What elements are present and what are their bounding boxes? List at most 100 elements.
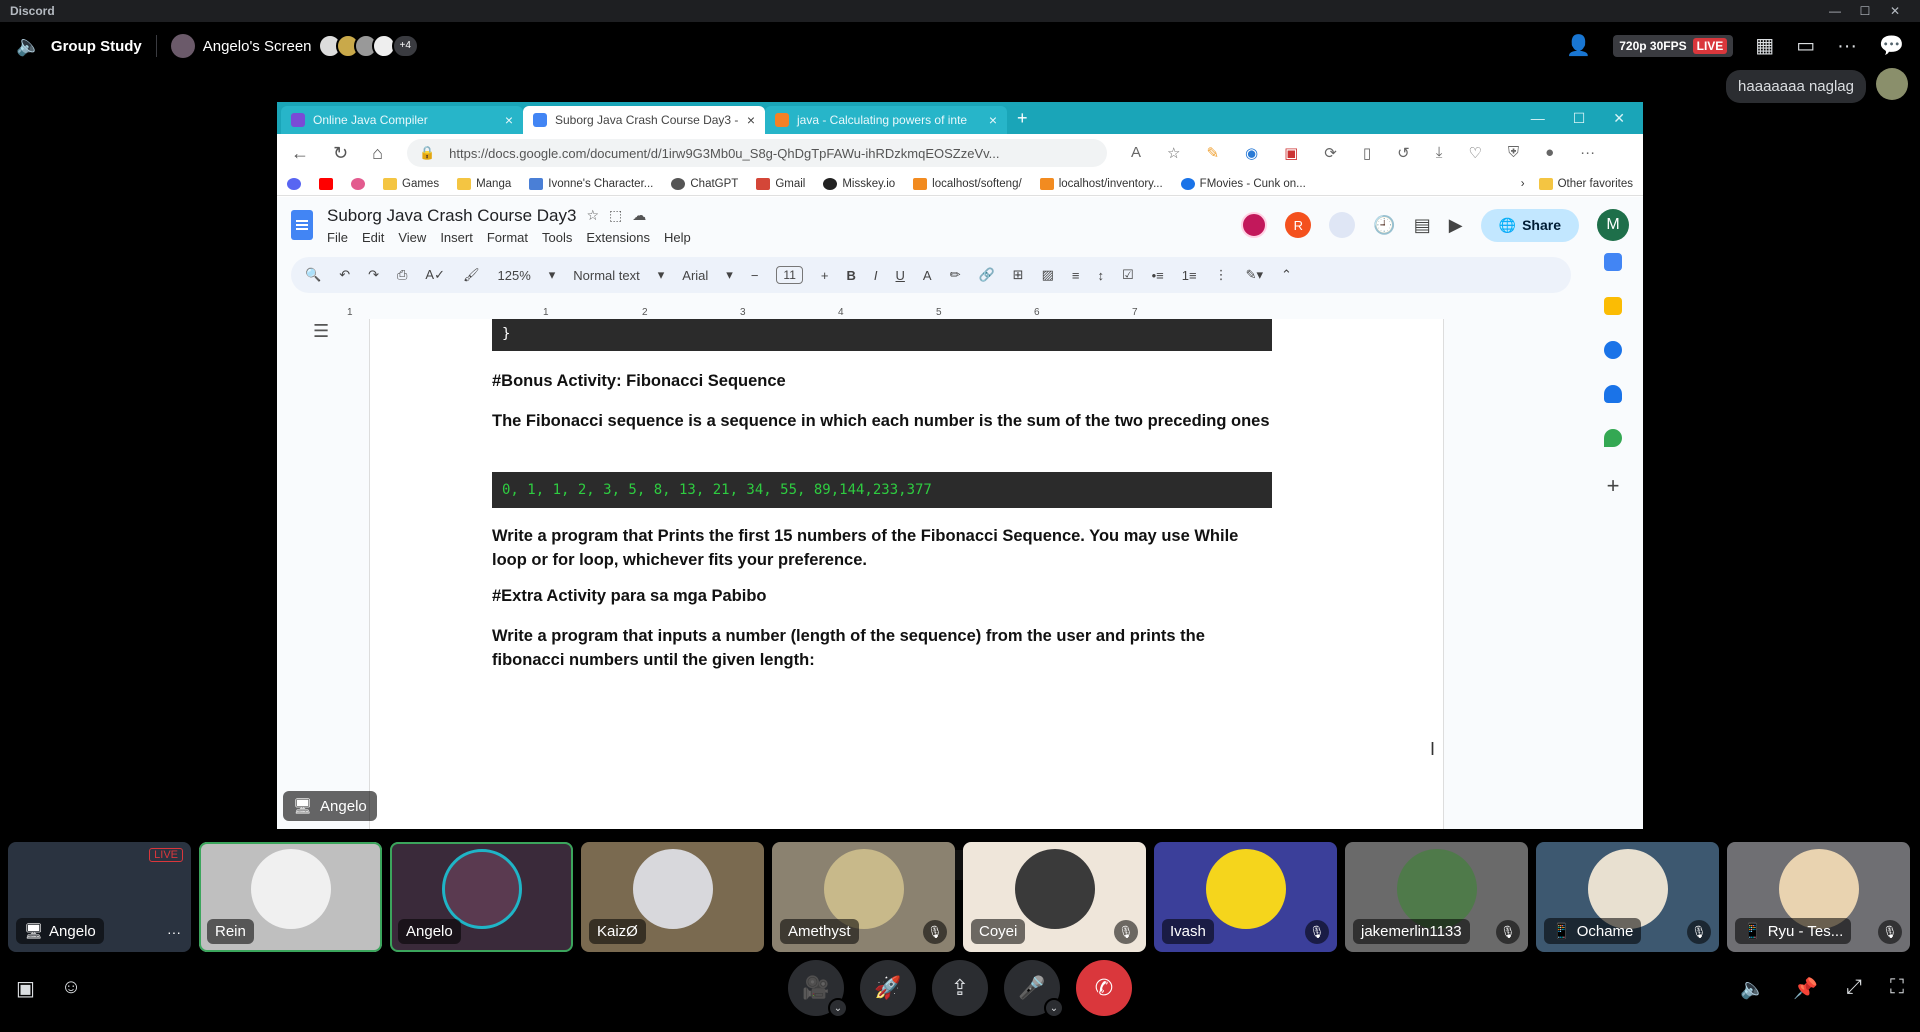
menu-insert[interactable]: Insert <box>440 230 473 245</box>
bookmark-item[interactable]: Manga <box>457 177 511 190</box>
back-icon[interactable]: ← <box>291 143 309 164</box>
search-icon[interactable]: 🔍 <box>305 267 321 283</box>
bookmark-item[interactable]: Games <box>383 177 439 190</box>
bookmark-item[interactable]: Gmail <box>756 177 805 190</box>
move-folder-icon[interactable]: ⬚ <box>609 207 622 224</box>
participant-tile[interactable]: LIVE 🖥 Angelo ··· <box>8 842 191 952</box>
other-favorites[interactable]: Other favorites <box>1538 177 1633 190</box>
align-icon[interactable]: ≡ <box>1072 268 1080 283</box>
bookmark-item[interactable]: localhost/softeng/ <box>913 177 1022 190</box>
meet-icon[interactable]: ▶ <box>1449 215 1463 236</box>
numbered-list-icon[interactable]: 1≡ <box>1182 268 1197 283</box>
redo-icon[interactable]: ↷ <box>368 267 379 283</box>
fullscreen-icon[interactable]: ⛶ <box>1890 976 1904 1001</box>
collaborator-avatar[interactable]: R <box>1285 212 1312 238</box>
popout-icon[interactable]: ▭ <box>1796 36 1815 56</box>
editing-mode-icon[interactable]: ✎▾ <box>1246 267 1263 283</box>
participant-tile[interactable]: Amethyst 🎙 <box>772 842 955 952</box>
participant-tile[interactable]: jakemerlin1133 🎙 <box>1345 842 1528 952</box>
collapse-icon[interactable]: ⌃ <box>1281 267 1292 283</box>
maximize-icon[interactable]: ☐ <box>1573 110 1586 127</box>
download-icon[interactable]: ⤓ <box>1436 144 1443 162</box>
minimize-icon[interactable]: — <box>1820 4 1850 18</box>
add-friend-icon[interactable]: 👤 <box>1566 36 1591 56</box>
image-icon[interactable]: ▨ <box>1042 267 1054 283</box>
participant-tile[interactable]: Angelo <box>390 842 573 952</box>
more-options-icon[interactable]: ··· <box>167 924 181 940</box>
contacts-icon[interactable] <box>1604 385 1622 403</box>
extension-icon[interactable]: ▣ <box>1284 144 1298 162</box>
style-select[interactable]: Normal text <box>573 268 639 283</box>
browser-tab-active[interactable]: Suborg Java Crash Course Day3 - × <box>523 106 765 134</box>
new-tab-icon[interactable]: + <box>1007 108 1038 129</box>
document-outline-icon[interactable]: ☰ <box>313 321 329 342</box>
add-addon-icon[interactable]: + <box>1607 473 1620 499</box>
participant-tile[interactable]: Ivash 🎙 <box>1154 842 1337 952</box>
participant-tile[interactable]: KaizØ <box>581 842 764 952</box>
font-select[interactable]: Arial <box>682 268 708 283</box>
chat-avatar[interactable] <box>1876 68 1908 100</box>
bookmark-icon[interactable] <box>351 177 365 190</box>
menu-tools[interactable]: Tools <box>542 230 572 245</box>
cloud-status-icon[interactable]: ☁ <box>632 207 646 224</box>
history-icon[interactable]: ↺ <box>1397 144 1410 162</box>
participant-tile[interactable]: Coyei 🎙 <box>963 842 1146 952</box>
address-bar[interactable]: 🔒 https://docs.google.com/document/d/1ir… <box>406 139 1107 167</box>
link-icon[interactable]: 🔗 <box>978 267 994 283</box>
text-color-icon[interactable]: A <box>923 268 932 283</box>
chevron-right-icon[interactable]: › <box>1521 178 1525 190</box>
menu-view[interactable]: View <box>398 230 426 245</box>
chat-message-bubble[interactable]: haaaaaaa naglag <box>1726 70 1866 103</box>
activities-button[interactable]: 🚀 <box>860 960 916 1016</box>
camera-button[interactable]: 🎥 ⌄ <box>788 960 848 1018</box>
close-tab-icon[interactable]: × <box>505 112 513 128</box>
menu-edit[interactable]: Edit <box>362 230 384 245</box>
pin-icon[interactable]: 📌 <box>1793 976 1818 1001</box>
tasks-icon[interactable] <box>1604 341 1622 359</box>
screen-share-button[interactable]: ⇪ <box>932 960 988 1016</box>
increase-font-icon[interactable]: + <box>821 268 829 283</box>
share-button[interactable]: 🌐 Share <box>1480 208 1579 242</box>
font-size-input[interactable]: 11 <box>776 266 803 284</box>
extension-icon[interactable]: ◉ <box>1245 144 1258 162</box>
refresh-icon[interactable]: ↻ <box>333 143 348 164</box>
italic-icon[interactable]: I <box>874 268 878 283</box>
health-icon[interactable]: ♡ <box>1468 144 1481 162</box>
bookmark-discord-icon[interactable] <box>287 177 301 190</box>
soundboard-icon[interactable]: ☺ <box>61 976 81 1001</box>
participant-tile[interactable]: 📱 Ryu - Tes... 🎙 <box>1727 842 1910 952</box>
viewer-avatars[interactable]: +4 <box>317 34 419 58</box>
bullet-list-icon[interactable]: •≡ <box>1152 268 1164 283</box>
collaborator-avatar[interactable] <box>1329 212 1356 238</box>
more-icon[interactable]: ⋮ <box>1215 267 1228 283</box>
leave-call-button[interactable]: ✆ <box>1076 960 1132 1016</box>
doc-title[interactable]: Suborg Java Crash Course Day3 <box>327 206 576 226</box>
screen-share-title[interactable]: Angelo's Screen <box>170 34 312 58</box>
bookmark-youtube-icon[interactable] <box>319 177 333 190</box>
checklist-icon[interactable]: ☑ <box>1122 267 1134 283</box>
close-tab-icon[interactable]: × <box>989 112 997 128</box>
bookmark-item[interactable]: localhost/inventory... <box>1039 177 1163 190</box>
comments-icon[interactable]: ▤ <box>1414 215 1431 236</box>
maximize-icon[interactable]: ☐ <box>1850 4 1880 18</box>
bookmark-item[interactable]: Ivonne's Character... <box>529 177 653 190</box>
highlight-icon[interactable]: ✏ <box>950 267 961 283</box>
pencil-extension-icon[interactable]: ✎ <box>1206 144 1219 162</box>
activity-icon[interactable]: ▣ <box>16 976 35 1001</box>
version-history-icon[interactable]: 🕘 <box>1373 215 1395 236</box>
home-icon[interactable]: ⌂ <box>372 143 383 164</box>
participant-tile[interactable]: 📱 Ochame 🎙 <box>1536 842 1719 952</box>
decrease-font-icon[interactable]: − <box>751 268 759 283</box>
keep-icon[interactable] <box>1604 297 1622 315</box>
screen-share-stream[interactable]: Online Java Compiler × Suborg Java Crash… <box>277 102 1643 829</box>
microphone-button[interactable]: 🎤 ⌄ <box>1004 960 1064 1018</box>
menu-file[interactable]: File <box>327 230 348 245</box>
print-icon[interactable]: ⎙ <box>397 267 407 283</box>
account-avatar[interactable]: M <box>1597 209 1629 241</box>
close-icon[interactable]: ✕ <box>1613 110 1625 127</box>
line-spacing-icon[interactable]: ↕ <box>1097 268 1104 283</box>
settings-more-icon[interactable]: ··· <box>1580 144 1595 162</box>
maps-icon[interactable] <box>1604 429 1622 447</box>
more-options-icon[interactable]: ··· <box>1837 36 1857 56</box>
browser-tab[interactable]: java - Calculating powers of inte × <box>765 106 1007 134</box>
